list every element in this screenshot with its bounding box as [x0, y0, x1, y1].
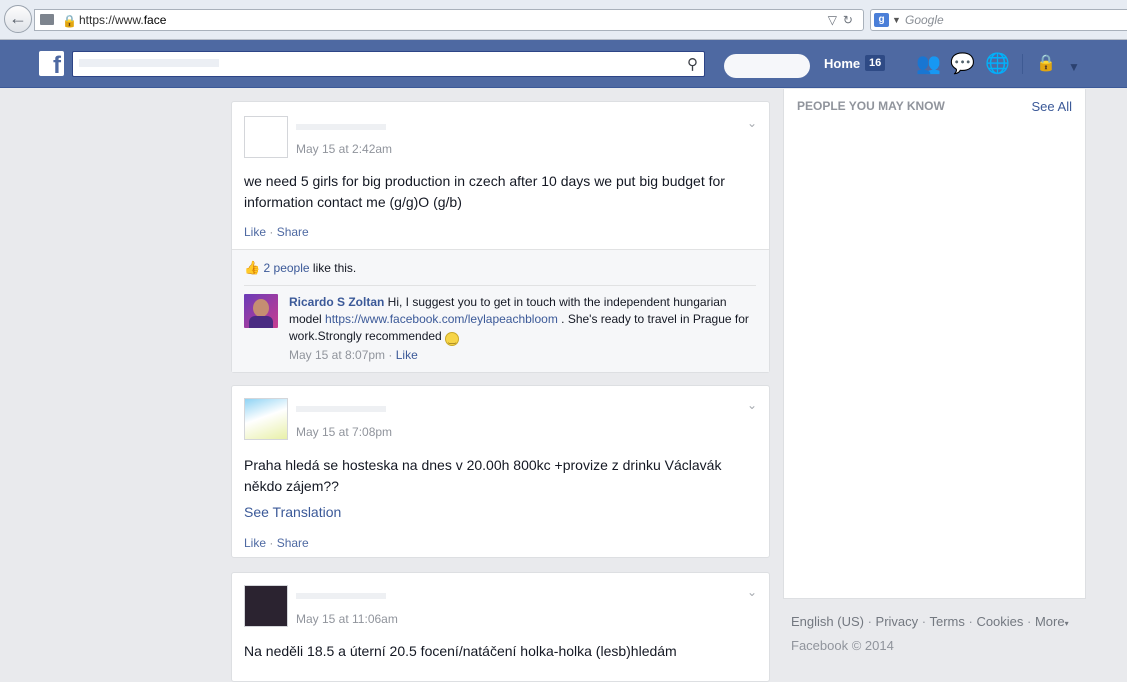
facebook-logo-icon[interactable]: f: [39, 51, 64, 76]
post-actions: Like · Share: [244, 225, 309, 239]
post-timestamp[interactable]: May 15 at 7:08pm: [296, 424, 392, 440]
feed-post: May 15 at 2:42am ⌄ we need 5 girls for b…: [231, 101, 770, 373]
likes-suffix: like this.: [309, 261, 357, 275]
post-text: we need 5 girls for big production in cz…: [244, 173, 725, 210]
see-all-link[interactable]: See All: [1032, 99, 1072, 114]
address-url: https://www.face: [79, 13, 167, 27]
share-link[interactable]: Share: [277, 225, 309, 239]
smiley-emoticon-icon: ‿: [445, 332, 460, 346]
post-options-chevron-icon[interactable]: ⌄: [747, 585, 757, 599]
nav-divider: [1022, 54, 1023, 74]
copyright: Facebook © 2014: [791, 638, 894, 653]
post-options-chevron-icon[interactable]: ⌄: [747, 116, 757, 130]
facebook-header: f ⚲ Home 16 👥 💬 🌐 🔒 ▼: [0, 40, 1127, 88]
comment-link[interactable]: https://www.facebook.com/leylapeachbloom: [325, 312, 558, 326]
post-actions: Like · Share: [244, 536, 309, 550]
messages-icon[interactable]: 💬: [950, 53, 975, 75]
back-arrow-icon[interactable]: ←: [4, 5, 32, 33]
likers-link[interactable]: 2 people: [264, 261, 310, 275]
footer-link-privacy[interactable]: Privacy: [876, 614, 919, 629]
lock-icon[interactable]: 🔒: [62, 11, 77, 31]
search-engine-dropdown-icon[interactable]: ▼: [892, 10, 901, 30]
divider: [244, 285, 756, 286]
avatar[interactable]: [244, 116, 288, 158]
post-text: Na neděli 18.5 a úterní 20.5 focení/natá…: [244, 643, 677, 659]
footer-link-more[interactable]: More: [1035, 614, 1065, 629]
facebook-search-input[interactable]: ⚲: [72, 51, 705, 77]
reload-icon[interactable]: ▽↻: [828, 10, 859, 30]
address-bar[interactable]: 🔒 https://www.face ▽↻: [34, 9, 864, 31]
page-footer: English (US) · Privacy · Terms · Cookies…: [791, 611, 1069, 657]
browser-search-box[interactable]: g ▼ Google: [870, 9, 1127, 31]
post-text: Praha hledá se hosteska na dnes v 20.00h…: [244, 457, 722, 494]
comment-author[interactable]: Ricardo S Zoltan: [289, 295, 384, 309]
avatar[interactable]: [244, 398, 288, 440]
commenter-avatar[interactable]: [244, 294, 278, 328]
post-timestamp[interactable]: May 15 at 2:42am: [296, 141, 392, 157]
post-timestamp[interactable]: May 15 at 11:06am: [296, 611, 398, 627]
avatar[interactable]: [244, 585, 288, 627]
search-text-redacted: [79, 59, 219, 67]
search-icon[interactable]: ⚲: [687, 55, 698, 73]
feed-post: May 15 at 11:06am ⌄ Na neděli 18.5 a úte…: [231, 572, 770, 682]
author-name-redacted[interactable]: [296, 593, 386, 599]
like-link[interactable]: Like: [244, 536, 266, 550]
footer-link-terms[interactable]: Terms: [929, 614, 964, 629]
comment-meta: May 15 at 8:07pm · Like: [289, 348, 418, 362]
tab-groups-icon[interactable]: [40, 14, 54, 25]
people-you-may-know-panel: PEOPLE YOU MAY KNOW See All: [783, 89, 1086, 599]
like-link[interactable]: Like: [244, 225, 266, 239]
home-count-badge[interactable]: 16: [865, 55, 886, 71]
home-link[interactable]: Home: [824, 55, 860, 73]
comment: Ricardo S Zoltan Hi, I suggest you to ge…: [289, 294, 759, 346]
profile-name-redacted[interactable]: [724, 54, 810, 78]
post-options-chevron-icon[interactable]: ⌄: [747, 398, 757, 412]
browser-toolbar: ← 🔒 https://www.face ▽↻ g ▼ Google: [0, 0, 1127, 40]
author-name-redacted[interactable]: [296, 406, 386, 412]
thumbs-up-icon: 👍: [244, 260, 261, 275]
footer-link-cookies[interactable]: Cookies: [976, 614, 1023, 629]
account-menu-chevron-icon[interactable]: ▼: [1068, 56, 1080, 78]
share-link[interactable]: Share: [277, 536, 309, 550]
comments-section: 👍 2 people like this. Ricardo S Zoltan H…: [232, 249, 769, 372]
author-name-redacted[interactable]: [296, 124, 386, 130]
feed-post: May 15 at 7:08pm ⌄ Praha hledá se hostes…: [231, 385, 770, 558]
likes-summary: 👍 2 people like this.: [244, 259, 356, 277]
comment-like-link[interactable]: Like: [396, 348, 418, 362]
footer-link-language[interactable]: English (US): [791, 614, 864, 629]
comment-timestamp[interactable]: May 15 at 8:07pm: [289, 348, 385, 362]
friend-requests-icon[interactable]: 👥: [916, 53, 941, 75]
see-translation-link[interactable]: See Translation: [244, 502, 341, 522]
more-dropdown-icon[interactable]: ▾: [1065, 619, 1069, 628]
privacy-shortcuts-icon[interactable]: 🔒: [1036, 53, 1056, 75]
pymk-title: PEOPLE YOU MAY KNOW: [797, 99, 945, 113]
search-placeholder: Google: [905, 13, 944, 27]
google-icon[interactable]: g: [874, 13, 889, 27]
notifications-globe-icon[interactable]: 🌐: [985, 53, 1010, 75]
